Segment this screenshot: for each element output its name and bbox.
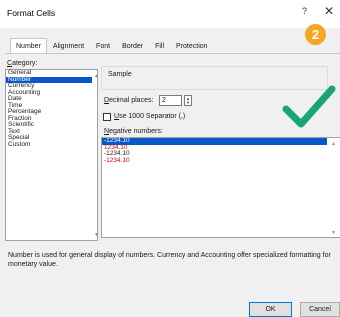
scroll-up-icon[interactable]: ▲ (94, 73, 99, 79)
tab-protection[interactable]: Protection (170, 38, 214, 54)
spin-down-icon[interactable]: ▼ (186, 101, 190, 105)
category-description: Number is used for general display of nu… (8, 252, 331, 268)
step-badge: 2 (305, 24, 326, 45)
thousand-separator-label: Use 1000 Separator (,) (114, 113, 186, 120)
tab-strip: Number Alignment Font Border Fill Protec… (10, 38, 214, 55)
title-bar: Format Cells ? ✕ (0, 0, 340, 28)
cancel-button[interactable]: Cancel (300, 302, 340, 317)
tab-font[interactable]: Font (90, 38, 116, 54)
decimal-places-input[interactable]: 2 (159, 95, 182, 106)
checkmark-icon (282, 85, 336, 128)
sample-label: Sample (108, 71, 132, 78)
category-label: Category: (7, 60, 38, 67)
negative-numbers-label: Negative numbers: (104, 128, 163, 135)
help-button[interactable]: ? (302, 6, 307, 16)
decimal-spinner[interactable]: ▲ ▼ (184, 95, 192, 106)
dialog-title: Format Cells (7, 8, 56, 18)
scroll-up-icon[interactable]: ▲ (331, 141, 336, 147)
tab-fill[interactable]: Fill (149, 38, 170, 54)
decimal-places-label: Decimal places: (104, 97, 154, 104)
scroll-down-icon[interactable]: ▼ (94, 232, 99, 238)
ok-button[interactable]: OK (249, 302, 292, 317)
category-list[interactable]: General Number Currency Accounting Date … (5, 69, 99, 241)
scroll-down-icon[interactable]: ▼ (331, 230, 336, 236)
format-cells-dialog: Format Cells ? ✕ 2 Number Alignment Font… (0, 0, 340, 317)
category-scrollbar[interactable]: ▲ ▼ (94, 70, 99, 240)
negative-numbers-list[interactable]: -1234.10 1234.10 -1234.10 -1234.10 ▲ ▼ (101, 137, 340, 238)
negative-option[interactable]: -1234.10 (102, 157, 327, 165)
close-icon[interactable]: ✕ (321, 3, 337, 19)
tab-border[interactable]: Border (116, 38, 149, 54)
tab-alignment[interactable]: Alignment (47, 38, 90, 54)
negative-scrollbar[interactable]: ▲ ▼ (331, 138, 339, 237)
category-item-custom[interactable]: Custom (6, 141, 92, 149)
thousand-separator-checkbox[interactable] (103, 113, 111, 121)
